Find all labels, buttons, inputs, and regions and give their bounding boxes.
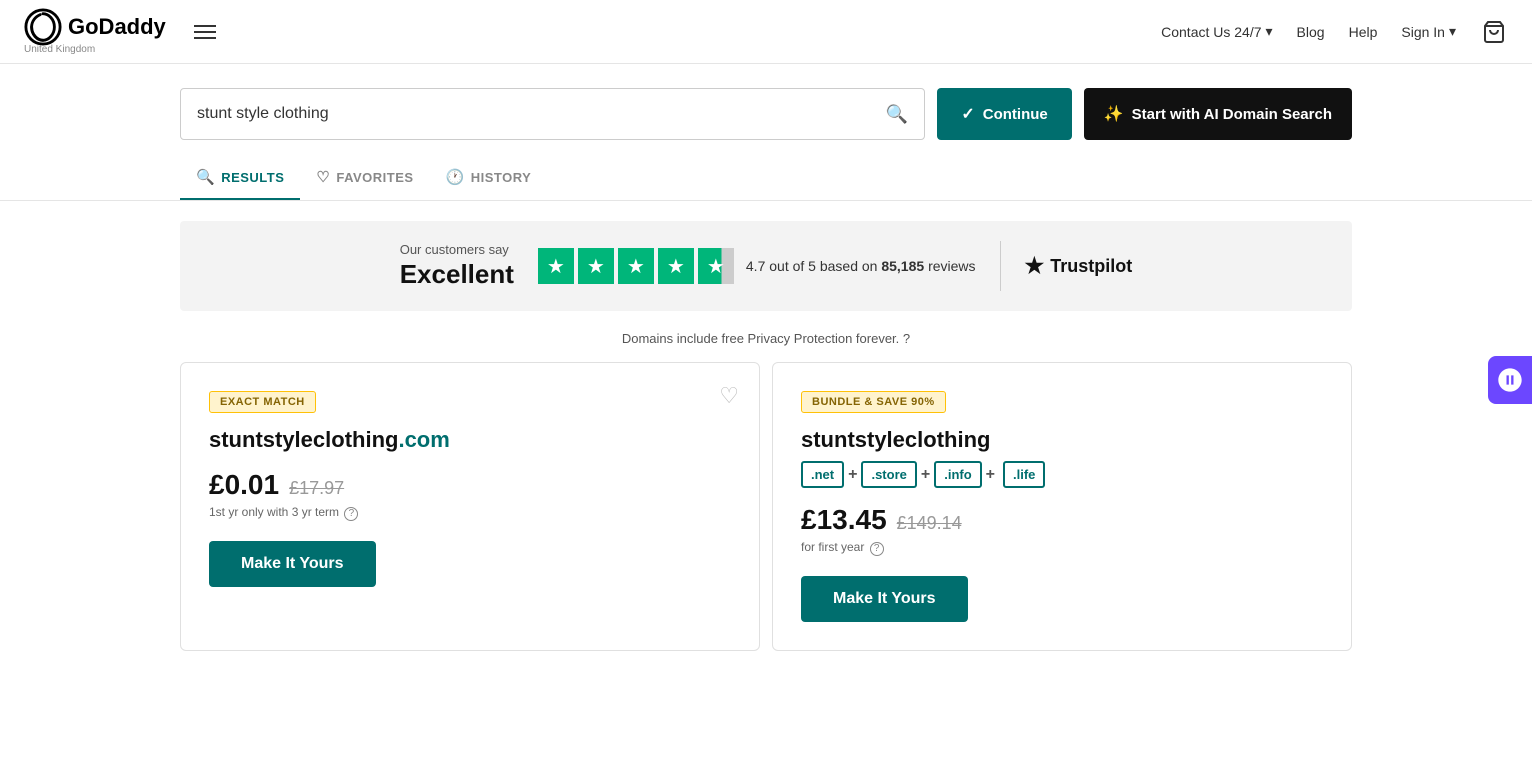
- domain-base-exact: stuntstyleclothing: [209, 427, 398, 452]
- tld-plus-3: +: [986, 466, 995, 484]
- privacy-notice: Domains include free Privacy Protection …: [0, 331, 1532, 346]
- exact-match-card: ♡ EXACT MATCH stuntstyleclothing.com £0.…: [180, 362, 760, 651]
- logo-icon: [24, 8, 62, 46]
- price-note-bundle: for first year ?: [801, 540, 1323, 556]
- tab-history[interactable]: 🕐 HISTORY: [430, 156, 548, 200]
- price-note-exact: 1st yr only with 3 yr term ?: [209, 505, 731, 521]
- price-original-exact: £17.97: [289, 478, 344, 499]
- price-info-icon-bundle[interactable]: ?: [870, 542, 884, 556]
- price-original-bundle: £149.14: [897, 513, 962, 534]
- tp-logo-text: Trustpilot: [1050, 256, 1132, 277]
- tld-plus-1: +: [848, 466, 857, 484]
- tld-tag-store: .store: [861, 461, 916, 488]
- contact-link[interactable]: Contact Us 24/7 ▾: [1161, 23, 1272, 40]
- price-current-bundle: £13.45: [801, 504, 887, 536]
- ai-search-button[interactable]: ✨ Start with AI Domain Search: [1084, 88, 1352, 140]
- price-info-icon-exact[interactable]: ?: [344, 507, 358, 521]
- bundle-card: BUNDLE & SAVE 90% stuntstyleclothing .ne…: [772, 362, 1352, 651]
- bundle-badge: BUNDLE & SAVE 90%: [801, 391, 946, 413]
- contact-label: Contact Us 24/7: [1161, 24, 1261, 40]
- godaddy-logo[interactable]: GoDaddy: [24, 8, 166, 46]
- header-left: GoDaddy United Kingdom: [24, 8, 224, 55]
- tp-reviews-label: reviews: [928, 258, 975, 274]
- tp-stars: ★ ★ ★ ★ ★ 4.7 out of 5 based on 85,185 r…: [538, 248, 976, 284]
- tp-divider: [1000, 241, 1001, 291]
- search-box: 🔍: [180, 88, 925, 140]
- price-row-bundle: £13.45 £149.14: [801, 504, 1323, 536]
- tld-tag-life: .life: [1003, 461, 1045, 488]
- tld-tag-info: .info: [934, 461, 981, 488]
- tp-star-2: ★: [578, 248, 614, 284]
- tld-tags: .net + .store + .info + .life: [801, 461, 1323, 488]
- favorites-icon: ♡: [316, 168, 330, 186]
- logo-subtitle: United Kingdom: [24, 44, 95, 55]
- exact-match-badge: EXACT MATCH: [209, 391, 316, 413]
- make-it-yours-button-exact[interactable]: Make It Yours: [209, 541, 376, 587]
- site-header: GoDaddy United Kingdom Contact Us 24/7 ▾…: [0, 0, 1532, 64]
- privacy-text: Domains include free Privacy Protection …: [622, 331, 899, 346]
- blog-link[interactable]: Blog: [1297, 24, 1325, 40]
- ai-icon: ✨: [1104, 104, 1124, 124]
- ai-chat-bubble[interactable]: [1488, 356, 1532, 404]
- signin-chevron-icon: ▾: [1449, 23, 1456, 40]
- tp-score: 4.7 out of 5 based on: [746, 258, 878, 274]
- domain-base-bundle: stuntstyleclothing: [801, 427, 990, 452]
- results-icon: 🔍: [196, 168, 215, 186]
- signin-link[interactable]: Sign In ▾: [1401, 23, 1456, 40]
- price-current-exact: £0.01: [209, 469, 279, 501]
- favorite-button[interactable]: ♡: [719, 383, 739, 409]
- domain-cards: ♡ EXACT MATCH stuntstyleclothing.com £0.…: [180, 362, 1352, 651]
- contact-chevron-icon: ▾: [1266, 23, 1273, 40]
- tp-text: Our customers say Excellent: [400, 242, 514, 290]
- tp-customers-say: Our customers say: [400, 242, 514, 257]
- search-area: 🔍 ✓ Continue ✨ Start with AI Domain Sear…: [0, 64, 1532, 140]
- tp-logo: ★ Trustpilot: [1025, 253, 1133, 279]
- tab-results[interactable]: 🔍 RESULTS: [180, 156, 300, 200]
- ai-search-label: Start with AI Domain Search: [1132, 106, 1332, 123]
- hamburger-menu[interactable]: [186, 17, 224, 47]
- search-input[interactable]: [197, 105, 886, 123]
- continue-label: Continue: [983, 106, 1048, 123]
- continue-button[interactable]: ✓ Continue: [937, 88, 1071, 140]
- tab-history-label: HISTORY: [471, 170, 532, 185]
- tld-plus-2: +: [921, 466, 930, 484]
- tp-excellent: Excellent: [400, 259, 514, 290]
- make-it-yours-button-bundle[interactable]: Make It Yours: [801, 576, 968, 622]
- tab-favorites[interactable]: ♡ FAVORITES: [300, 156, 429, 200]
- help-link[interactable]: Help: [1349, 24, 1378, 40]
- cart-icon[interactable]: [1480, 18, 1508, 46]
- logo-text: GoDaddy: [68, 14, 166, 40]
- tp-logo-star: ★: [1025, 253, 1045, 279]
- search-tabs: 🔍 RESULTS ♡ FAVORITES 🕐 HISTORY: [0, 156, 1532, 201]
- tp-star-5: ★: [698, 248, 734, 284]
- tld-tag-net: .net: [801, 461, 844, 488]
- tp-count: 85,185: [881, 258, 924, 274]
- history-icon: 🕐: [446, 168, 465, 186]
- domain-name-exact: stuntstyleclothing.com: [209, 427, 731, 453]
- trustpilot-banner: Our customers say Excellent ★ ★ ★ ★ ★ 4.…: [180, 221, 1352, 311]
- search-button[interactable]: 🔍: [886, 104, 908, 125]
- price-row-exact: £0.01 £17.97: [209, 469, 731, 501]
- privacy-info-icon[interactable]: ?: [903, 331, 910, 346]
- tp-star-4: ★: [658, 248, 694, 284]
- tp-star-3: ★: [618, 248, 654, 284]
- tab-favorites-label: FAVORITES: [336, 170, 413, 185]
- header-right: Contact Us 24/7 ▾ Blog Help Sign In ▾: [1161, 18, 1508, 46]
- ai-bubble-icon: [1496, 366, 1524, 394]
- tp-reviews: 4.7 out of 5 based on 85,185 reviews: [746, 258, 976, 274]
- domain-bundle-name: stuntstyleclothing: [801, 427, 1323, 453]
- tab-results-label: RESULTS: [221, 170, 284, 185]
- check-icon: ✓: [961, 104, 974, 124]
- domain-tld-exact: .com: [398, 427, 449, 452]
- signin-label: Sign In: [1401, 24, 1445, 40]
- tp-star-1: ★: [538, 248, 574, 284]
- logo-area: GoDaddy United Kingdom: [24, 8, 166, 55]
